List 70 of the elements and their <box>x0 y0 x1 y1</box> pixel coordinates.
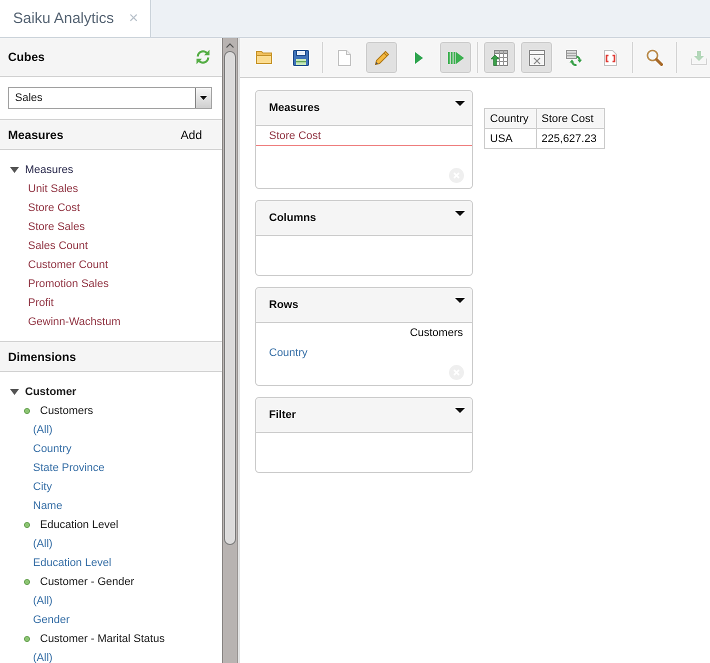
table-up-arrow-icon <box>491 50 508 66</box>
refresh-icon[interactable] <box>195 49 211 65</box>
tab[interactable]: Saiku Analytics × <box>0 0 152 37</box>
tree-item[interactable]: Customer - Gender <box>24 572 134 591</box>
folder-icon <box>256 51 272 64</box>
tree-item[interactable]: Sales Count <box>28 236 88 255</box>
table-cell: 225,627.23 <box>536 128 604 148</box>
menu-caret-icon[interactable] <box>455 211 465 216</box>
column-header: Store Cost <box>536 108 604 128</box>
scrollbar-track[interactable] <box>222 38 238 663</box>
tree-item[interactable]: Name <box>33 496 62 515</box>
menu-caret-icon[interactable] <box>455 101 465 106</box>
dot-icon <box>24 408 30 414</box>
tree-item[interactable]: Country <box>33 439 72 458</box>
play-icon <box>414 52 422 64</box>
tree-item[interactable]: Customer Count <box>28 255 108 274</box>
tree-item[interactable]: Education Level <box>24 515 118 534</box>
section-title: Cubes <box>8 50 45 64</box>
caret-icon[interactable] <box>10 166 19 172</box>
tree-item[interactable]: Gewinn-Wachstum <box>28 312 121 331</box>
tree-item[interactable]: Store Sales <box>28 217 85 236</box>
tree-item[interactable]: Customer <box>10 382 76 401</box>
toolbar-button[interactable] <box>484 42 515 73</box>
zone-title: Columns <box>269 211 316 226</box>
zone-title: Measures <box>269 101 320 116</box>
pencil-icon <box>374 50 390 66</box>
tree-item[interactable]: City <box>33 477 52 496</box>
toolbar-button[interactable] <box>521 42 552 73</box>
zone-title: Filter <box>269 408 296 423</box>
tree-item[interactable]: (All) <box>33 534 53 553</box>
fast-forward-icon <box>448 52 464 64</box>
tree-item[interactable]: Customer - Marital Status <box>24 629 165 648</box>
dot-icon <box>24 636 30 642</box>
table-cross-icon <box>528 50 544 66</box>
tree-item[interactable]: (All) <box>33 591 53 610</box>
tree-item[interactable]: Unit Sales <box>28 179 78 198</box>
column-header: Country <box>484 108 536 128</box>
dropdown-button[interactable] <box>195 88 211 108</box>
menu-caret-icon[interactable] <box>455 298 465 303</box>
table-circular-arrows-icon <box>566 50 582 66</box>
caret-icon[interactable] <box>10 388 19 394</box>
tree-item[interactable]: Education Level <box>33 553 112 572</box>
search-icon <box>646 49 663 66</box>
tree-item[interactable]: Promotion Sales <box>28 274 109 293</box>
download-arrow-icon <box>690 50 706 64</box>
zone-title: Rows <box>269 298 298 313</box>
section-title: Dimensions <box>8 350 76 364</box>
level-item[interactable]: Country <box>269 347 308 359</box>
dot-icon <box>24 578 30 584</box>
bracket-page-icon <box>604 50 617 66</box>
tree-item[interactable]: Customers <box>24 401 94 420</box>
menu-caret-icon[interactable] <box>455 408 465 413</box>
tree-item[interactable]: (All) <box>33 648 53 663</box>
table-cell: USA <box>484 128 536 148</box>
hierarchy-label: Customers <box>410 327 463 339</box>
measure-item[interactable]: Store Cost <box>256 126 472 146</box>
scrollbar-thumb[interactable] <box>224 51 236 545</box>
scroll-up-icon[interactable] <box>226 43 234 48</box>
add-link[interactable]: Add <box>180 128 202 142</box>
section-title: Measures <box>8 128 64 142</box>
tree-item[interactable]: Store Cost <box>28 198 80 217</box>
tree-item[interactable]: Gender <box>33 610 70 629</box>
tree-item[interactable]: Measures <box>10 160 74 179</box>
dot-icon <box>24 522 30 528</box>
blank-page-icon <box>338 50 351 66</box>
caret-icon <box>200 96 207 100</box>
tree-item[interactable]: State Province <box>33 458 105 477</box>
tree-item[interactable]: Profit <box>28 293 54 312</box>
cube-select[interactable]: Sales <box>8 87 212 109</box>
tree-item[interactable]: (All) <box>33 420 53 439</box>
